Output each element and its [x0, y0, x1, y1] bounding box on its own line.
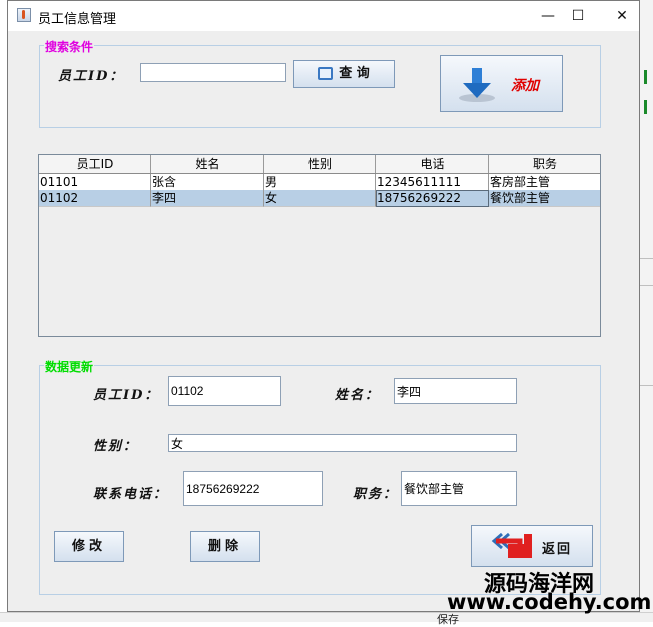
- title-bar: 员工信息管理 — ☐ ✕: [8, 1, 639, 31]
- download-arrow-icon: [459, 68, 495, 102]
- update-gender-input[interactable]: [168, 434, 517, 452]
- row-job: 餐饮部主管: [489, 190, 600, 207]
- add-button-label: 添加: [511, 78, 539, 94]
- maximize-icon: ☐: [571, 8, 585, 24]
- maximize-button[interactable]: ☐: [555, 1, 601, 31]
- row-employee-id: 01101: [39, 174, 151, 191]
- header-employee-id[interactable]: 员工ID: [39, 155, 151, 173]
- query-button[interactable]: 查 询: [293, 60, 395, 88]
- add-button[interactable]: 添加: [440, 55, 563, 112]
- search-legend: 搜索条件: [44, 38, 95, 55]
- row-gender: 女: [264, 190, 376, 207]
- update-job-input[interactable]: [401, 471, 517, 506]
- row-gender: 男: [264, 174, 376, 191]
- query-button-label: 查 询: [339, 66, 370, 81]
- update-job-label: 职务：: [353, 487, 399, 502]
- table-header: 员工ID 姓名 性别 电话 职务: [39, 155, 600, 174]
- header-job[interactable]: 职务: [489, 155, 600, 173]
- update-gender-label: 性别：: [93, 439, 139, 454]
- back-button[interactable]: 返回: [471, 525, 593, 567]
- header-gender[interactable]: 性别: [264, 155, 376, 173]
- java-app-icon: [17, 8, 31, 22]
- table-row-selected[interactable]: 01102 李四 女 18756269222 餐饮部主管: [39, 190, 600, 207]
- magnifier-icon: [318, 67, 334, 80]
- search-id-input[interactable]: [140, 63, 286, 82]
- back-button-label: 返回: [542, 542, 573, 557]
- delete-button-label: 删除: [207, 539, 242, 554]
- employee-table: 员工ID 姓名 性别 电话 职务 01101 张含 男 12345611111 …: [38, 154, 601, 337]
- background-app-edge: [640, 0, 653, 621]
- row-phone: 18756269222: [376, 190, 489, 207]
- employee-window: 员工信息管理 — ☐ ✕ 搜索条件 员工ID： 查 询 添加 员工ID 姓名 性…: [7, 0, 640, 612]
- window-title: 员工信息管理: [38, 12, 117, 27]
- delete-button[interactable]: 删除: [190, 531, 260, 562]
- search-id-label: 员工ID：: [58, 69, 125, 84]
- modify-button-label: 修改: [71, 539, 106, 554]
- watermark-url: www.codehy.com: [447, 590, 652, 614]
- close-icon: ✕: [616, 8, 628, 24]
- row-employee-id: 01102: [39, 190, 151, 207]
- row-name: 李四: [151, 190, 264, 207]
- update-id-input[interactable]: [168, 376, 281, 406]
- update-name-input[interactable]: [394, 378, 517, 404]
- header-name[interactable]: 姓名: [151, 155, 264, 173]
- table-row[interactable]: 01101 张含 男 12345611111 客房部主管: [39, 174, 600, 191]
- close-button[interactable]: ✕: [599, 1, 645, 31]
- update-id-label: 员工ID：: [93, 388, 160, 403]
- update-name-label: 姓名：: [335, 388, 381, 403]
- row-name: 张含: [151, 174, 264, 191]
- modify-button[interactable]: 修改: [54, 531, 124, 562]
- update-phone-label: 联系电话：: [93, 487, 169, 502]
- row-job: 客房部主管: [489, 174, 600, 191]
- header-phone[interactable]: 电话: [376, 155, 489, 173]
- window-content: 搜索条件 员工ID： 查 询 添加 员工ID 姓名 性别 电话 职务 01101…: [8, 31, 639, 611]
- back-arrow-icon: [491, 532, 532, 558]
- row-phone: 12345611111: [376, 174, 489, 191]
- update-legend: 数据更新: [44, 358, 95, 375]
- update-phone-input[interactable]: [183, 471, 323, 506]
- minimize-icon: —: [541, 8, 555, 24]
